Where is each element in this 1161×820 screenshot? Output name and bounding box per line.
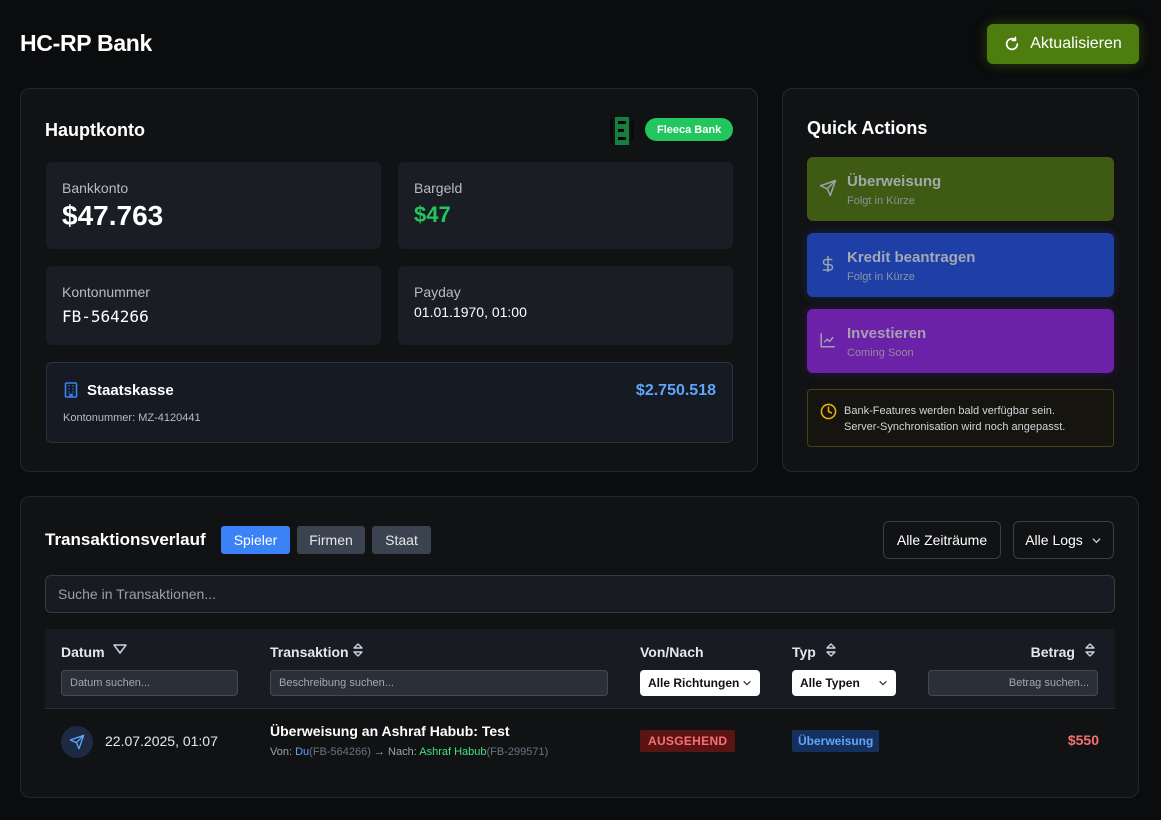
to-label: Nach: xyxy=(388,746,417,758)
fleeca-logo-icon xyxy=(607,117,637,145)
notice-line-2: Server-Synchronisation wird noch angepas… xyxy=(844,421,1066,433)
sort-icon[interactable] xyxy=(352,642,364,658)
clock-icon xyxy=(820,403,837,420)
column-direction: Von/Nach xyxy=(640,644,704,660)
sort-icon[interactable] xyxy=(825,642,837,658)
column-amount[interactable]: Betrag xyxy=(1031,644,1075,660)
notice-line-1: Bank-Features werden bald verfügbar sein… xyxy=(844,405,1055,417)
direction-filter-select[interactable]: Alle Richtungen xyxy=(640,670,760,696)
transactions-card: Transaktionsverlauf Spieler Firmen Staat… xyxy=(20,496,1139,798)
account-number-value: FB-564266 xyxy=(62,307,149,326)
building-icon xyxy=(64,382,78,398)
table-header: Datum Transaktion Von/Nach Alle Richtung… xyxy=(45,629,1115,709)
column-transaction[interactable]: Transaktion xyxy=(270,644,349,660)
log-filter-label: Alle Logs xyxy=(1025,532,1083,548)
credit-action-button[interactable]: Kredit beantragen Folgt in Kürze xyxy=(807,233,1114,297)
outgoing-transfer-icon xyxy=(61,726,93,758)
type-badge: Überweisung xyxy=(792,730,880,752)
bank-balance-box: Bankkonto $47.763 xyxy=(46,162,381,249)
feature-notice: Bank-Features werden bald verfügbar sein… xyxy=(807,389,1114,447)
tab-spieler[interactable]: Spieler xyxy=(221,526,290,554)
bank-badge: Fleeca Bank xyxy=(645,118,734,141)
arrow-label: → xyxy=(373,746,385,758)
bank-balance-value: $47.763 xyxy=(62,200,164,231)
main-account-title: Hauptkonto xyxy=(45,120,145,140)
table-row[interactable]: 22.07.2025, 01:07 Überweisung an Ashraf … xyxy=(45,709,1115,775)
direction-filter-value: Alle Richtungen xyxy=(648,676,740,690)
chart-icon xyxy=(820,333,835,348)
from-label: Von: xyxy=(270,746,293,758)
date-filter-input[interactable] xyxy=(61,670,238,696)
type-filter-value: Alle Typen xyxy=(800,676,860,690)
transfer-action-subtitle: Folgt in Kürze xyxy=(847,195,915,207)
refresh-icon xyxy=(1006,36,1019,51)
transaction-title: Überweisung an Ashraf Habub: Test xyxy=(270,723,510,739)
tab-firmen[interactable]: Firmen xyxy=(297,526,365,554)
amount-filter-input[interactable] xyxy=(928,670,1098,696)
treasury-amount: $2.750.518 xyxy=(635,382,716,399)
transaction-amount: $550 xyxy=(1067,732,1099,748)
column-date[interactable]: Datum xyxy=(61,644,105,660)
description-filter-input[interactable] xyxy=(270,670,608,696)
bank-balance-label: Bankkonto xyxy=(62,180,129,196)
transaction-search-input[interactable] xyxy=(45,575,1115,613)
quick-actions-card: Quick Actions Überweisung Folgt in Kürze… xyxy=(782,88,1139,472)
transactions-title: Transaktionsverlauf xyxy=(45,530,206,549)
from-name: Du xyxy=(295,746,310,758)
payday-box: Payday 01.01.1970, 01:00 xyxy=(398,266,733,345)
column-type[interactable]: Typ xyxy=(792,644,816,660)
cash-value: $47 xyxy=(414,202,451,227)
refresh-button-label: Aktualisieren xyxy=(1030,35,1122,52)
payday-value: 01.01.1970, 01:00 xyxy=(414,304,527,320)
quick-actions-title: Quick Actions xyxy=(807,118,928,138)
direction-badge: AUSGEHEND xyxy=(640,730,736,752)
page-title: HC-RP Bank xyxy=(20,30,153,56)
refresh-button[interactable]: Aktualisieren xyxy=(987,24,1139,64)
credit-action-subtitle: Folgt in Kürze xyxy=(847,271,915,283)
invest-action-button[interactable]: Investieren Coming Soon xyxy=(807,309,1114,373)
period-filter-button[interactable]: Alle Zeiträume xyxy=(883,521,1001,559)
payday-label: Payday xyxy=(414,284,461,300)
credit-action-title: Kredit beantragen xyxy=(847,249,976,266)
transfer-action-title: Überweisung xyxy=(847,173,942,190)
transfer-action-button[interactable]: Überweisung Folgt in Kürze xyxy=(807,157,1114,221)
send-icon xyxy=(819,179,837,197)
sort-icon[interactable] xyxy=(1084,642,1096,658)
from-account: (FB-564266) xyxy=(309,746,371,758)
to-account: (FB-299571) xyxy=(486,746,549,758)
account-number-label: Kontonummer xyxy=(62,284,150,300)
main-account-card: Hauptkonto Fleeca Bank Bankkonto $47.763… xyxy=(20,88,758,472)
chevron-down-icon xyxy=(879,680,887,686)
to-name: Ashraf Habub xyxy=(419,746,487,758)
invest-action-title: Investieren xyxy=(847,325,927,342)
account-number-box: Kontonummer FB-564266 xyxy=(46,266,381,345)
chevron-down-icon xyxy=(743,680,751,686)
invest-action-subtitle: Coming Soon xyxy=(847,347,914,359)
tab-staat[interactable]: Staat xyxy=(372,526,431,554)
transaction-date: 22.07.2025, 01:07 xyxy=(105,733,218,749)
cash-label: Bargeld xyxy=(414,180,463,196)
log-filter-dropdown[interactable]: Alle Logs xyxy=(1013,521,1114,559)
cash-box: Bargeld $47 xyxy=(398,162,733,249)
sort-desc-icon[interactable] xyxy=(112,643,128,655)
type-filter-select[interactable]: Alle Typen xyxy=(792,670,896,696)
dollar-icon xyxy=(822,255,834,273)
treasury-box: Staatskasse Kontonummer: MZ-4120441 $2.7… xyxy=(46,362,733,443)
treasury-title: Staatskasse xyxy=(87,382,174,399)
chevron-down-icon xyxy=(1092,537,1101,543)
transaction-parties: Von: Du(FB-564266) → Nach: Ashraf Habub(… xyxy=(270,746,548,758)
period-filter-label: Alle Zeiträume xyxy=(896,532,988,548)
treasury-account-number: Kontonummer: MZ-4120441 xyxy=(63,412,201,424)
